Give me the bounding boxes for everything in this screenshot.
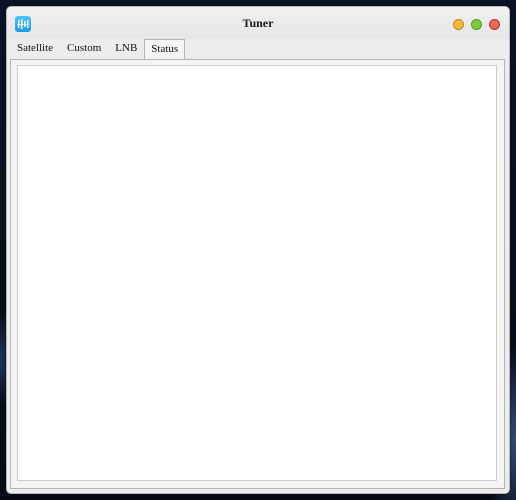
- window-title: Tuner: [242, 16, 274, 30]
- status-content-area: [17, 65, 497, 481]
- minimize-button[interactable]: [453, 19, 464, 30]
- tuner-window: Tuner Satellite Custom LNB Status: [6, 6, 510, 494]
- close-button[interactable]: [489, 19, 500, 30]
- tab-status[interactable]: Status: [144, 39, 186, 60]
- tab-satellite[interactable]: Satellite: [10, 39, 60, 58]
- tab-custom[interactable]: Custom: [60, 39, 108, 58]
- tab-bar: Satellite Custom LNB Status: [10, 39, 186, 60]
- title-bar[interactable]: Tuner: [7, 7, 509, 39]
- maximize-button[interactable]: [471, 19, 482, 30]
- status-tab-panel: [10, 59, 505, 489]
- tab-lnb[interactable]: LNB: [108, 39, 144, 58]
